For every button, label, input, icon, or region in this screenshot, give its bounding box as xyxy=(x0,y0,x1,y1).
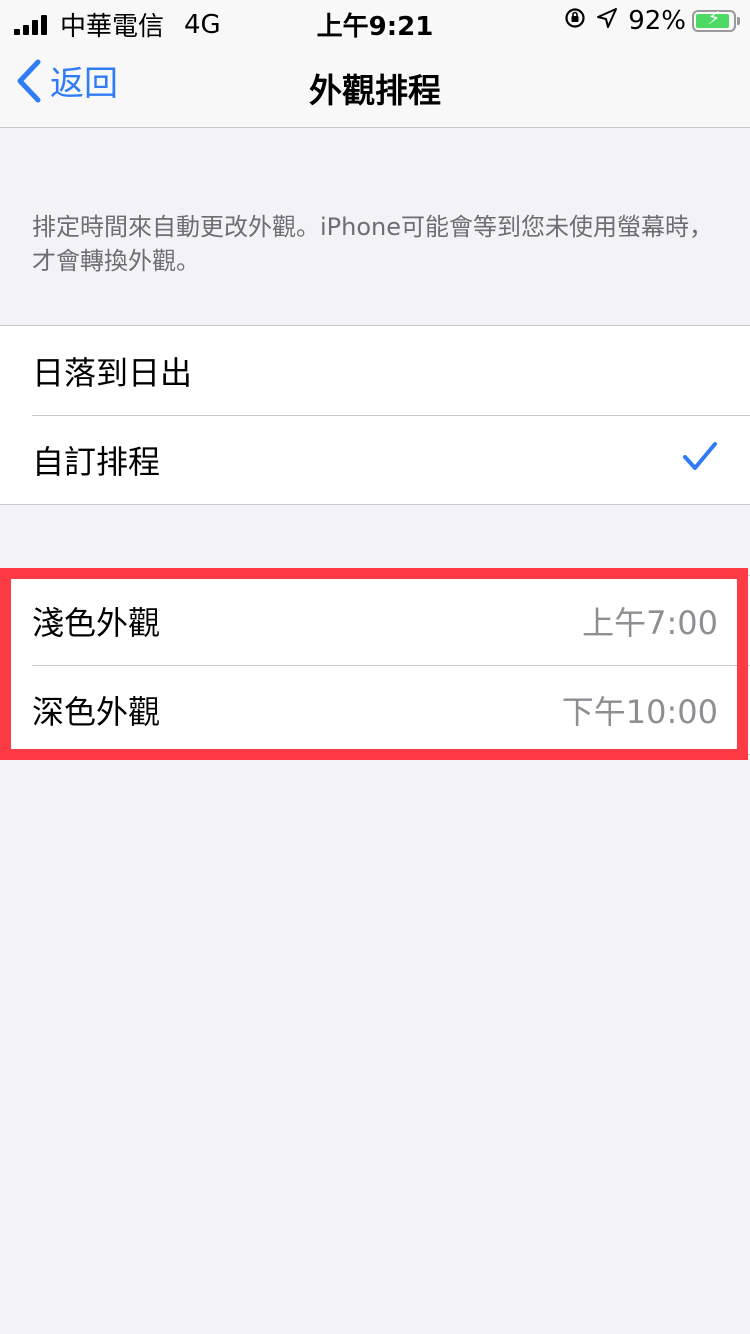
charging-bolt-icon: ⚡ xyxy=(707,8,721,29)
battery-percent: 92% xyxy=(628,6,686,36)
option-label: 日落到日出 xyxy=(32,353,193,392)
status-bar: 中華電信 4G 上午9:21 92% ⚡ xyxy=(0,0,750,42)
battery-icon: ⚡ xyxy=(692,8,740,32)
battery-cap xyxy=(737,17,740,25)
navigation-bar: 返回 外觀排程 xyxy=(0,40,750,128)
schedule-description: 排定時間來自動更改外觀。iPhone可能會等到您未使用螢幕時，才會轉換外觀。 xyxy=(32,213,714,275)
light-appearance-row[interactable]: 淺色外觀 上午7:00 xyxy=(0,576,750,665)
status-right: 92% ⚡ xyxy=(564,6,740,36)
option-custom-schedule[interactable]: 自訂排程 xyxy=(0,415,750,504)
page-title: 外觀排程 xyxy=(309,71,441,110)
schedule-options-group: 日落到日出 自訂排程 xyxy=(0,325,750,505)
orientation-lock-icon xyxy=(564,7,586,35)
option-sunset-to-sunrise[interactable]: 日落到日出 xyxy=(0,326,750,415)
appearance-schedule-screen: 中華電信 4G 上午9:21 92% ⚡ 返回 外觀排程 排定時間來自動更改外觀… xyxy=(0,0,750,1334)
dark-appearance-time: 下午10:00 xyxy=(561,692,718,731)
checkmark-icon xyxy=(682,441,718,479)
light-appearance-label: 淺色外觀 xyxy=(32,603,161,642)
light-appearance-time: 上午7:00 xyxy=(582,603,718,642)
custom-schedule-group: 淺色外觀 上午7:00 深色外觀 下午10:00 xyxy=(0,575,750,755)
location-arrow-icon xyxy=(596,7,618,35)
dark-appearance-row[interactable]: 深色外觀 下午10:00 xyxy=(0,665,750,754)
option-label: 自訂排程 xyxy=(32,442,161,481)
dark-appearance-label: 深色外觀 xyxy=(32,692,161,731)
